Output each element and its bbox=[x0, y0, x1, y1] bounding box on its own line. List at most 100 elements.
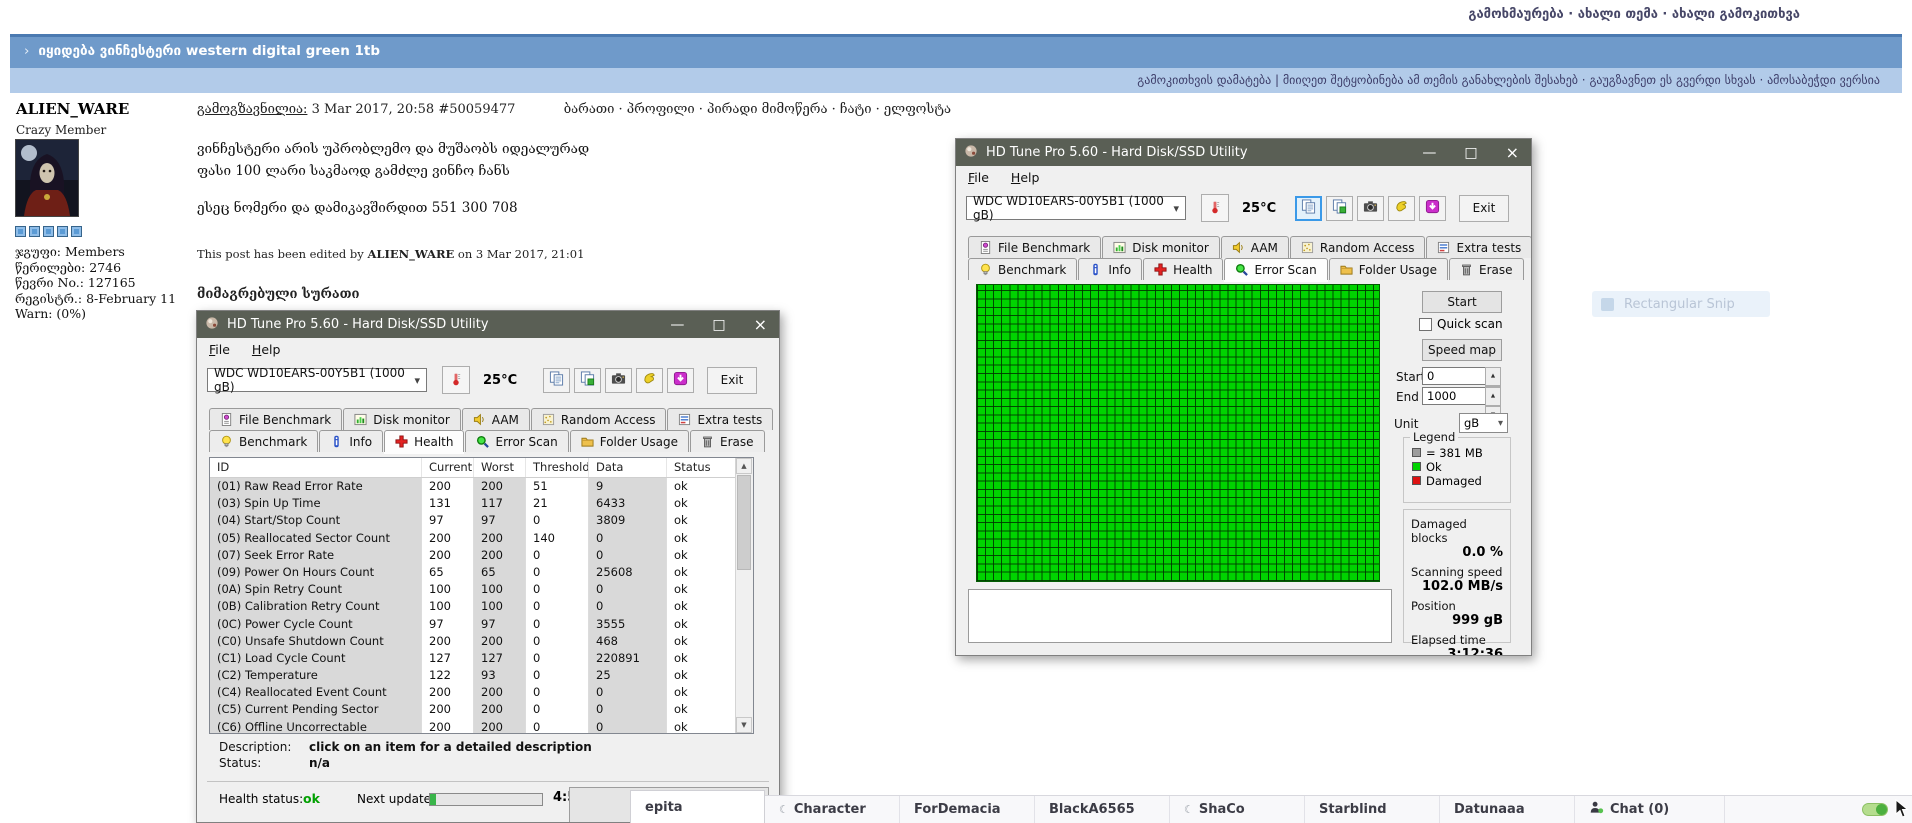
start-button[interactable]: Start bbox=[1422, 291, 1502, 313]
column-header[interactable]: Worst bbox=[474, 458, 526, 477]
menu-file[interactable]: File bbox=[968, 170, 989, 185]
copy-image-button[interactable] bbox=[574, 368, 601, 393]
tab-aam[interactable]: AAM bbox=[462, 408, 530, 430]
exit-button[interactable]: Exit bbox=[707, 367, 757, 394]
save-results-button[interactable] bbox=[1419, 196, 1446, 221]
scrollbar-thumb[interactable] bbox=[737, 475, 751, 570]
tab-erase[interactable]: Erase bbox=[690, 430, 765, 452]
smart-row[interactable]: (0C) Power Cycle Count979703555ok bbox=[210, 616, 736, 633]
tab-random-access[interactable]: Random Access bbox=[1290, 236, 1426, 258]
scroll-down-icon[interactable]: ▼ bbox=[736, 717, 752, 733]
menu-help[interactable]: Help bbox=[252, 342, 281, 357]
highlight-button[interactable] bbox=[636, 368, 663, 393]
end-input[interactable]: 1000 ▲▼ bbox=[1422, 387, 1486, 405]
tab-error-scan[interactable]: Error Scan bbox=[1224, 258, 1327, 280]
smart-row[interactable]: (C2) Temperature12293025ok bbox=[210, 667, 736, 684]
tab-file-benchmark[interactable]: File Benchmark bbox=[968, 236, 1101, 258]
tab-random-access[interactable]: Random Access bbox=[531, 408, 667, 430]
highlight-button[interactable] bbox=[1388, 196, 1415, 221]
smart-row[interactable]: (C5) Current Pending Sector20020000ok bbox=[210, 701, 736, 718]
tab-aam[interactable]: AAM bbox=[1221, 236, 1289, 258]
copy-text-button[interactable] bbox=[543, 368, 570, 393]
smart-table-header[interactable]: ID Current Worst Threshold Data Status bbox=[210, 458, 753, 478]
maximize-button[interactable]: □ bbox=[1464, 146, 1477, 160]
tab-health[interactable]: Health bbox=[384, 430, 464, 452]
post-author[interactable]: ALIEN_WARE bbox=[16, 100, 129, 118]
tab-disk-monitor[interactable]: Disk monitor bbox=[1102, 236, 1220, 258]
smart-row[interactable]: (C4) Reallocated Event Count20020000ok bbox=[210, 684, 736, 701]
temperature-button[interactable] bbox=[1201, 194, 1229, 222]
chat-user-blacka6565[interactable]: BlackA6565 bbox=[1035, 796, 1170, 823]
chat-user-datunaaa[interactable]: Datunaaa bbox=[1440, 796, 1575, 823]
start-spinner[interactable]: ▲▼ bbox=[1485, 367, 1501, 385]
smart-row[interactable]: (04) Start/Stop Count979703809ok bbox=[210, 512, 736, 529]
checkbox-icon[interactable] bbox=[1419, 318, 1432, 331]
table-scrollbar[interactable]: ▲ ▼ bbox=[735, 458, 753, 733]
menu-help[interactable]: Help bbox=[1011, 170, 1040, 185]
smart-row[interactable]: (09) Power On Hours Count6565025608ok bbox=[210, 564, 736, 581]
column-header[interactable]: Threshold bbox=[526, 458, 589, 477]
column-header[interactable]: ID bbox=[210, 458, 422, 477]
screenshot-button[interactable] bbox=[605, 368, 632, 393]
chat-user-shaco[interactable]: ☾ShaCo bbox=[1170, 796, 1305, 823]
save-results-button[interactable] bbox=[667, 368, 694, 393]
smart-row[interactable]: (0A) Spin Retry Count10010000ok bbox=[210, 581, 736, 598]
tab-benchmark[interactable]: Benchmark bbox=[968, 258, 1077, 280]
drive-select[interactable]: WDC WD10EARS-00Y5B1 (1000 gB) ▾ bbox=[966, 196, 1186, 220]
smart-row[interactable]: (07) Seek Error Rate20020000ok bbox=[210, 547, 736, 564]
screenshot-button[interactable] bbox=[1357, 196, 1384, 221]
tab-extra-tests[interactable]: Extra tests bbox=[1426, 236, 1532, 258]
spin-up-icon[interactable]: ▲ bbox=[1485, 387, 1501, 406]
posted-link[interactable]: გამოგზავნილია: bbox=[197, 102, 307, 117]
smart-row[interactable]: (01) Raw Read Error Rate200200519ok bbox=[210, 478, 736, 495]
tab-info[interactable]: Info bbox=[1078, 258, 1142, 280]
end-spinner[interactable]: ▲▼ bbox=[1485, 387, 1501, 405]
scroll-up-icon[interactable]: ▲ bbox=[736, 458, 752, 474]
tab-health[interactable]: Health bbox=[1143, 258, 1223, 280]
chat-user-character[interactable]: ☾Character bbox=[765, 796, 900, 823]
tab-disk-monitor[interactable]: Disk monitor bbox=[343, 408, 461, 430]
copy-text-button[interactable] bbox=[1295, 196, 1322, 221]
column-header[interactable]: Status bbox=[667, 458, 736, 477]
window-titlebar[interactable]: HD Tune Pro 5.60 - Hard Disk/SSD Utility… bbox=[197, 311, 779, 338]
smart-row[interactable]: (05) Reallocated Sector Count2002001400o… bbox=[210, 530, 736, 547]
temperature-button[interactable] bbox=[442, 366, 470, 394]
chat-button[interactable]: Chat (0) bbox=[1575, 796, 1725, 823]
column-header[interactable]: Current bbox=[422, 458, 474, 477]
tab-folder-usage[interactable]: Folder Usage bbox=[1329, 258, 1448, 280]
tab-file-benchmark[interactable]: File Benchmark bbox=[209, 408, 342, 430]
window-titlebar[interactable]: HD Tune Pro 5.60 - Hard Disk/SSD Utility… bbox=[956, 139, 1531, 166]
start-input[interactable]: 0 ▲▼ bbox=[1422, 367, 1486, 385]
maximize-button[interactable]: □ bbox=[712, 318, 725, 332]
unit-select[interactable]: gB ▾ bbox=[1459, 413, 1508, 433]
chat-user-starblind[interactable]: Starblind bbox=[1305, 796, 1440, 823]
smart-row[interactable]: (C0) Unsafe Shutdown Count2002000468ok bbox=[210, 633, 736, 650]
minimize-button[interactable]: — bbox=[670, 318, 684, 332]
chat-toggle[interactable] bbox=[1862, 803, 1888, 816]
copy-image-button[interactable] bbox=[1326, 196, 1353, 221]
smart-row[interactable]: (C6) Offline Uncorrectable20020000ok bbox=[210, 719, 736, 733]
spin-up-icon[interactable]: ▲ bbox=[1485, 367, 1501, 386]
smart-row[interactable]: (03) Spin Up Time131117216433ok bbox=[210, 495, 736, 512]
tab-extra-tests[interactable]: Extra tests bbox=[667, 408, 773, 430]
topic-subbar-links[interactable]: გამოკითხვის დამატება | მიიღეთ შეტყობინებ… bbox=[1137, 73, 1880, 87]
close-button[interactable]: × bbox=[1506, 146, 1519, 160]
tab-erase[interactable]: Erase bbox=[1449, 258, 1524, 280]
tab-info[interactable]: Info bbox=[319, 430, 383, 452]
chat-user-epita[interactable]: epita bbox=[630, 790, 765, 823]
menu-file[interactable]: File bbox=[209, 342, 230, 357]
tab-error-scan[interactable]: Error Scan bbox=[465, 430, 568, 452]
column-header[interactable]: Data bbox=[589, 458, 667, 477]
smart-row[interactable]: (0B) Calibration Retry Count10010000ok bbox=[210, 598, 736, 615]
speed-map-button[interactable]: Speed map bbox=[1422, 339, 1502, 361]
tab-folder-usage[interactable]: Folder Usage bbox=[570, 430, 689, 452]
forum-action-links[interactable]: გამოხმაურება · ახალი თემა · ახალი გამოკი… bbox=[1468, 7, 1800, 22]
smart-row[interactable]: (C1) Load Cycle Count1271270220891ok bbox=[210, 650, 736, 667]
close-button[interactable]: × bbox=[754, 318, 767, 332]
post-id[interactable]: #50059477 bbox=[438, 102, 515, 117]
drive-select[interactable]: WDC WD10EARS-00Y5B1 (1000 gB) ▾ bbox=[207, 368, 427, 392]
post-action-links[interactable]: ბარათი · პროფილი · პირადი მიმოწერა · ჩატ… bbox=[564, 102, 951, 117]
chat-user-fordemacia[interactable]: ForDemacia bbox=[900, 796, 1035, 823]
exit-button[interactable]: Exit bbox=[1459, 195, 1509, 222]
quick-scan-option[interactable]: Quick scan bbox=[1419, 317, 1503, 331]
